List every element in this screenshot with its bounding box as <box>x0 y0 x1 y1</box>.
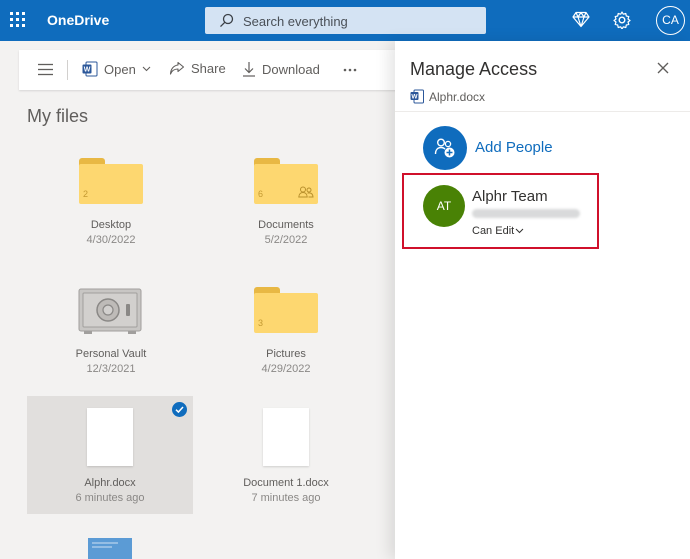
file-date: 7 minutes ago <box>251 492 321 504</box>
file-tile-desktop[interactable]: 2 Desktop 4/30/2022 <box>28 140 194 258</box>
file-name: Documents <box>258 219 314 231</box>
top-bar: OneDrive Search everything CA <box>0 0 690 41</box>
download-button[interactable]: Download <box>242 61 320 77</box>
command-bar: W Open Share Download <box>19 50 399 90</box>
file-name: Pictures <box>266 348 306 360</box>
person-name: Alphr Team <box>472 188 548 205</box>
share-icon <box>169 61 185 75</box>
folder-item-count: 6 <box>258 189 264 199</box>
svg-text:W: W <box>411 94 418 101</box>
file-name: Document 1.docx <box>243 477 329 489</box>
chevron-down-icon <box>142 66 151 72</box>
close-icon[interactable] <box>656 61 670 75</box>
share-button[interactable]: Share <box>169 61 226 76</box>
word-icon: W <box>410 89 424 104</box>
file-date: 4/30/2022 <box>86 234 136 246</box>
document-icon <box>87 408 133 466</box>
svg-text:W: W <box>84 67 91 74</box>
search-icon <box>220 13 234 28</box>
panel-divider <box>395 111 690 112</box>
share-label: Share <box>191 61 226 76</box>
word-icon: W <box>82 61 98 77</box>
premium-diamond-icon[interactable] <box>572 11 590 28</box>
folder-item-count: 2 <box>83 189 89 199</box>
file-date: 5/2/2022 <box>264 234 308 246</box>
chevron-down-icon <box>515 228 524 234</box>
file-name: Personal Vault <box>75 348 147 360</box>
blurred-email <box>472 209 580 218</box>
hamburger-menu-icon[interactable] <box>38 63 53 76</box>
panel-file-name: Alphr.docx <box>429 89 486 104</box>
file-tile-alphr-docx[interactable]: Alphr.docx 6 minutes ago <box>27 396 193 514</box>
open-label: Open <box>104 61 136 77</box>
panel-file-row: W Alphr.docx <box>410 89 485 104</box>
panel-title: Manage Access <box>410 59 538 79</box>
app-title[interactable]: OneDrive <box>47 12 109 28</box>
download-label: Download <box>262 61 320 77</box>
add-people-label[interactable]: Add People <box>475 139 553 156</box>
file-thumbnail[interactable] <box>88 538 132 559</box>
account-avatar[interactable]: CA <box>656 6 685 35</box>
personal-vault-icon <box>78 288 142 334</box>
file-date: 4/29/2022 <box>261 363 311 375</box>
file-name: Alphr.docx <box>84 477 136 489</box>
permission-dropdown[interactable]: Can Edit <box>472 225 524 237</box>
search-input[interactable]: Search everything <box>243 14 348 29</box>
document-icon <box>263 408 309 466</box>
file-tile-document-1[interactable]: Document 1.docx 7 minutes ago <box>203 396 369 514</box>
page-title: My files <box>27 106 89 126</box>
add-people-icon <box>434 138 455 158</box>
file-tile-personal-vault[interactable]: Personal Vault 12/3/2021 <box>28 269 194 387</box>
folder-icon: 3 <box>254 287 318 333</box>
search-box[interactable]: Search everything <box>205 7 486 34</box>
file-name: Desktop <box>90 219 132 231</box>
app-launcher-icon[interactable] <box>10 12 26 28</box>
shared-people-icon <box>298 186 314 198</box>
more-options-icon[interactable] <box>343 68 357 72</box>
download-icon <box>243 62 255 77</box>
folder-icon: 6 <box>254 158 318 204</box>
manage-access-panel <box>395 41 690 559</box>
person-avatar: AT <box>423 185 465 227</box>
open-button[interactable]: W Open <box>82 61 151 77</box>
settings-gear-icon[interactable] <box>613 11 631 29</box>
folder-item-count: 3 <box>258 318 264 328</box>
add-people-button[interactable] <box>423 126 467 170</box>
command-divider <box>67 60 68 80</box>
selected-check-icon[interactable] <box>172 402 187 417</box>
file-date: 6 minutes ago <box>75 492 145 504</box>
file-date: 12/3/2021 <box>86 363 136 375</box>
file-tile-documents[interactable]: 6 Documents 5/2/2022 <box>203 140 369 258</box>
file-tile-pictures[interactable]: 3 Pictures 4/29/2022 <box>203 269 369 387</box>
permission-label: Can Edit <box>472 225 515 237</box>
folder-icon: 2 <box>79 158 143 204</box>
